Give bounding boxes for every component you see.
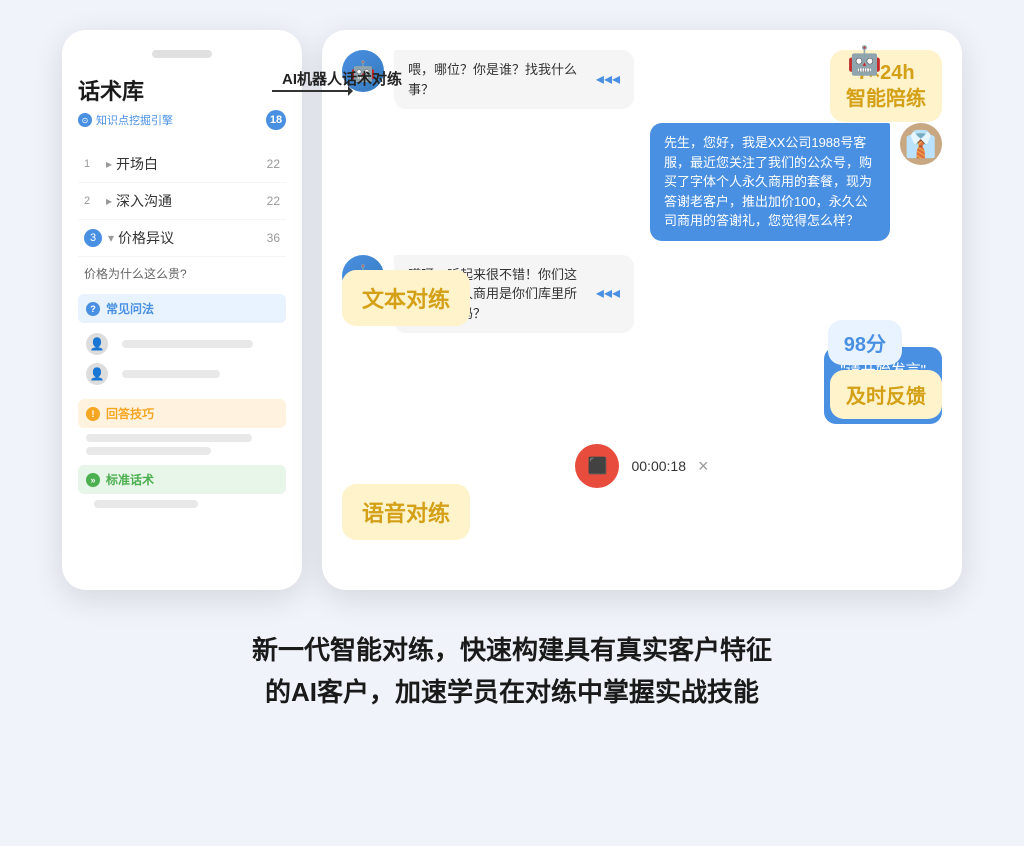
person-avatar-2: 👤 <box>86 363 108 385</box>
msg-text-2: 先生，您好，我是XX公司1988号客服，最近您关注了我们的公众号，购买了字体个人… <box>664 133 876 231</box>
section-label-standard: 标准话术 <box>106 471 154 488</box>
user-avatar-1: 👔 <box>900 123 942 165</box>
subtitle-icon: ⊙ <box>78 113 92 127</box>
skeleton-3 <box>86 434 252 442</box>
menu-count-1: 22 <box>267 157 280 171</box>
menu-item-2[interactable]: 2 ▸ 深入沟通 22 <box>78 183 286 220</box>
menu-count-3: 36 <box>267 231 280 245</box>
record-stop-button[interactable]: ⬛ <box>575 444 619 488</box>
text-practice-label: 文本对练 <box>362 287 450 312</box>
section-label-common: 常见问法 <box>106 300 154 317</box>
phone-notch <box>152 50 212 58</box>
float-label-feedback: 及时反馈 <box>830 370 942 419</box>
main-illustration: 话术库 ⊙ 知识点挖掘引擎 18 1 ▸ 开场白 22 2 ▸ 深入沟通 22 … <box>62 30 962 590</box>
menu-arrow-1: ▸ <box>106 157 112 171</box>
person-row-2: 👤 <box>78 359 286 389</box>
phone-subtitle: ⊙ 知识点挖掘引擎 18 <box>78 110 286 130</box>
msg-bubble-1: 喂，哪位？你是谁？找我什么事？ ◂◂◂ <box>394 50 634 109</box>
skeleton-1 <box>122 340 253 348</box>
float-label-voice-practice: 语音对练 <box>342 484 470 540</box>
bottom-line-1: 新一代智能对练，快速构建具有真实客户特征 <box>252 630 772 672</box>
section-icon-green: » <box>86 473 100 487</box>
skeleton-4 <box>86 447 211 455</box>
sound-icon-2: ◂◂◂ <box>596 282 620 306</box>
person-lines-1 <box>114 335 278 353</box>
section-standard: » 标准话术 <box>78 465 286 494</box>
section-icon-blue: ? <box>86 302 100 316</box>
sub-question: 价格为什么这么贵? <box>78 257 286 294</box>
menu-label-2: 深入沟通 <box>116 191 267 211</box>
section-label-answer: 回答技巧 <box>106 405 154 422</box>
menu-dot-3: 3 <box>84 229 102 247</box>
menu-arrow-3: ▾ <box>108 231 114 245</box>
msg-bubble-2: 先生，您好，我是XX公司1988号客服，最近您关注了我们的公众号，购买了字体个人… <box>650 123 890 241</box>
score-value: 98分 <box>844 334 886 356</box>
close-voice-button[interactable]: × <box>698 456 709 477</box>
float-label-text-practice: 文本对练 <box>342 270 470 326</box>
float-label-score: 98分 <box>828 320 902 365</box>
bottom-text-area: 新一代智能对练，快速构建具有真实客户特征 的AI客户，加速学员在对练中掌握实战技… <box>252 630 772 713</box>
menu-label-3: 价格异议 <box>118 228 267 248</box>
menu-num-2: 2 <box>84 195 100 207</box>
float-247-line2: 智能陪练 <box>846 88 926 110</box>
section-common-questions: ? 常见问法 <box>78 294 286 323</box>
menu-item-1[interactable]: 1 ▸ 开场白 22 <box>78 146 286 183</box>
msg-row-2: 👔 先生，您好，我是XX公司1988号客服，最近您关注了我们的公众号，购买了字体… <box>342 123 942 241</box>
badge-count: 18 <box>266 110 286 130</box>
person-lines-2 <box>114 365 278 383</box>
bottom-line-2: 的AI客户，加速学员在对练中掌握实战技能 <box>252 672 772 714</box>
subtitle-text: 知识点挖掘引擎 <box>96 112 173 128</box>
feedback-label: 及时反馈 <box>846 386 926 408</box>
msg-text-1: 喂，哪位？你是谁？找我什么事？ <box>408 60 588 99</box>
person-row-1: 👤 <box>78 329 286 359</box>
skeleton-5 <box>94 500 198 508</box>
sound-icon-1: ◂◂◂ <box>596 68 620 92</box>
phone-title: 话术库 <box>78 74 286 106</box>
connector-line <box>272 90 352 92</box>
skeleton-2 <box>122 370 220 378</box>
person-avatar-1: 👤 <box>86 333 108 355</box>
menu-num-1: 1 <box>84 158 100 170</box>
chat-panel: 7×24h 智能陪练 🤖 🤖 喂，哪位？你是谁？找我什么事？ ◂◂◂ 👔 先生，… <box>322 30 962 590</box>
menu-label-1: 开场白 <box>116 154 267 174</box>
connector-label: AI机器人话术对练 <box>282 68 402 89</box>
section-answer-tips: ! 回答技巧 <box>78 399 286 428</box>
section-icon-orange: ! <box>86 407 100 421</box>
menu-item-3[interactable]: 3 ▾ 价格异议 36 <box>78 220 286 257</box>
bot-face-icon: 🤖 <box>847 44 882 77</box>
connector-arrow: AI机器人话术对练 <box>272 90 352 92</box>
phone-left-panel: 话术库 ⊙ 知识点挖掘引擎 18 1 ▸ 开场白 22 2 ▸ 深入沟通 22 … <box>62 30 302 590</box>
voice-practice-label: 语音对练 <box>362 501 450 526</box>
menu-arrow-2: ▸ <box>106 194 112 208</box>
timer-display: 00:00:18 <box>631 458 686 474</box>
menu-count-2: 22 <box>267 194 280 208</box>
